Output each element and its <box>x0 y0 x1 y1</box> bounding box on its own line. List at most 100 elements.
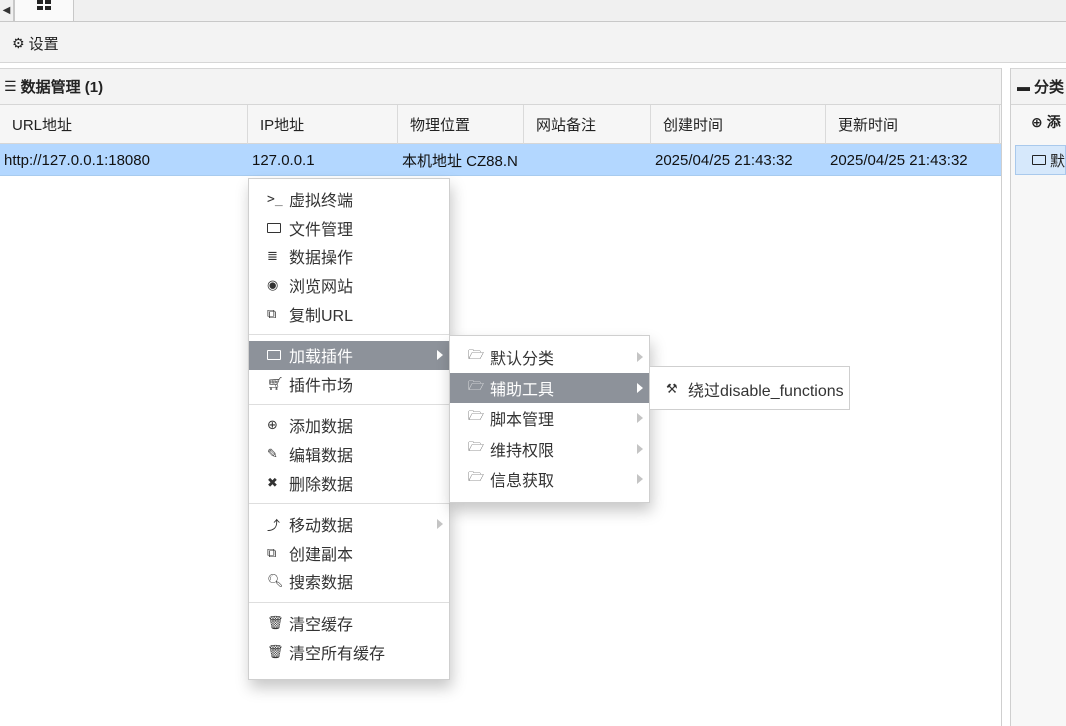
category-item-default[interactable]: 默 <box>1015 145 1066 175</box>
chevron-right-icon <box>637 443 643 454</box>
menu-item-data-operation[interactable]: ≣ 数据操作 <box>249 242 449 271</box>
menu-item-load-plugin[interactable]: 加载插件 <box>249 340 449 370</box>
menu-item-label: 清空所有缓存 <box>289 645 386 663</box>
menu-item-label: 搜索数据 <box>289 575 354 593</box>
menu-item-create-copy[interactable]: ⧉ 创建副本 <box>249 539 449 568</box>
gear-icon: ⚙ <box>12 35 25 51</box>
chrome-icon: ◉ <box>267 277 279 293</box>
plus-circle-icon: ⊕ <box>1031 113 1043 130</box>
data-panel-title: 数据管理 (1) <box>20 79 104 96</box>
table-row[interactable]: http://127.0.0.1:18080 127.0.0.1 本机地址 CZ… <box>0 144 1001 176</box>
category-panel-title: 分类 <box>1034 79 1065 96</box>
folder-icon: ▬ <box>1017 79 1030 94</box>
menu-item-browse-site[interactable]: ◉ 浏览网站 <box>249 271 449 300</box>
cell-note <box>524 144 651 176</box>
submenu-item-label: 辅助工具 <box>490 381 555 399</box>
category-panel-header: ▬ 分类 <box>1011 68 1066 105</box>
settings-button[interactable]: ⚙ 设置 <box>12 33 59 54</box>
tab-home[interactable] <box>14 0 74 22</box>
menu-item-label: 移动数据 <box>289 518 354 536</box>
cell-ip: 127.0.0.1 <box>252 151 315 169</box>
column-header-location[interactable]: 物理位置 <box>398 105 524 144</box>
menu-item-label: 虚拟终端 <box>289 193 354 211</box>
close-icon: ✖ <box>267 474 278 490</box>
column-header-updated[interactable]: 更新时间 <box>826 105 1000 144</box>
submenu-item-helper-tools[interactable]: 🗁︎ 辅助工具 <box>450 372 649 403</box>
cell-created: 2025/04/25 21:43:32 <box>655 151 793 169</box>
toolbar: ⚙ 设置 <box>0 22 1066 63</box>
menu-item-search-data[interactable]: 🔍︎ 搜索数据 <box>249 567 449 596</box>
menu-item-label: 创建副本 <box>289 546 354 564</box>
submenu-item-info-gathering[interactable]: 🗁︎ 信息获取 <box>450 464 649 495</box>
folder-icon <box>267 350 289 361</box>
submenu-item-script-manager[interactable]: 🗁︎ 脚本管理 <box>450 403 649 434</box>
column-header-ip[interactable]: IP地址 <box>248 105 398 144</box>
menu-item-terminal[interactable]: >_ 虚拟终端 <box>249 185 449 214</box>
menu-item-edit-data[interactable]: ✎ 编辑数据 <box>249 440 449 469</box>
menu-item-label: 清空缓存 <box>289 617 354 635</box>
column-header-created[interactable]: 创建时间 <box>651 105 826 144</box>
folder-icon <box>1032 155 1046 165</box>
gavel-icon: ⚒︎ <box>666 380 678 396</box>
menu-item-file-manager[interactable]: 文件管理 <box>249 214 449 243</box>
menu-separator <box>249 404 449 406</box>
table-header: URL地址 IP地址 物理位置 网站备注 创建时间 更新时间 <box>0 105 1001 144</box>
trash-outline-icon: 🗑︎ <box>267 615 284 631</box>
menu-item-label: 数据操作 <box>289 250 354 268</box>
menu-item-delete-data[interactable]: ✖ 删除数据 <box>249 468 449 497</box>
submenu-item-label: 维持权限 <box>490 442 555 460</box>
submenu-item-label: 信息获取 <box>490 473 555 491</box>
search-icon: 🔍︎ <box>267 573 284 589</box>
tab-strip: ◀ <box>0 0 1066 22</box>
menu-item-label: 复制URL <box>289 307 354 325</box>
settings-label: 设置 <box>28 36 59 53</box>
menu-separator <box>249 601 449 603</box>
menu-item-clear-cache[interactable]: 🗑︎ 清空缓存 <box>249 609 449 638</box>
database-icon: ≣ <box>267 248 278 264</box>
submenu-item-bypass-disable-functions[interactable]: ⚒︎ 绕过disable_functions <box>650 374 849 403</box>
menu-item-label: 插件市场 <box>289 377 354 395</box>
tools-submenu: ⚒︎ 绕过disable_functions <box>649 366 850 410</box>
grid-icon <box>37 0 51 10</box>
menu-item-copy-url[interactable]: ⧉ 复制URL <box>249 299 449 328</box>
menu-item-label: 文件管理 <box>289 221 354 239</box>
menu-item-clear-all-cache[interactable]: 🗑︎ 清空所有缓存 <box>249 637 449 666</box>
copy-icon: ⧉ <box>267 544 277 560</box>
cart-icon: 🛒︎ <box>267 375 284 391</box>
category-item-label: 默 <box>1049 152 1065 170</box>
column-header-note[interactable]: 网站备注 <box>524 105 651 144</box>
menu-item-label: 加载插件 <box>289 349 354 367</box>
submenu-item-label: 绕过disable_functions <box>688 382 844 400</box>
menu-item-label: 删除数据 <box>289 476 354 494</box>
folder-icon <box>267 222 289 233</box>
folder-open-icon: 🗁︎ <box>468 347 485 363</box>
submenu-item-default-category[interactable]: 🗁︎ 默认分类 <box>450 342 649 373</box>
add-category-label: 添 <box>1046 114 1061 130</box>
chevron-right-icon <box>437 519 443 530</box>
menu-item-label: 编辑数据 <box>289 448 354 466</box>
add-category-button[interactable]: ⊕ 添 <box>1011 105 1066 139</box>
list-icon: ☰ <box>4 78 17 94</box>
folder-open-icon: 🗁︎ <box>468 469 485 485</box>
folder-open-icon: 🗁︎ <box>468 438 485 454</box>
folder-open-icon: 🗁︎ <box>468 408 485 424</box>
menu-item-label: 浏览网站 <box>289 279 354 297</box>
cell-updated: 2025/04/25 21:43:32 <box>830 151 968 169</box>
menu-item-move-data[interactable]: ⤴ 移动数据 <box>249 510 449 539</box>
plugin-submenu: 🗁︎ 默认分类 🗁︎ 辅助工具 🗁︎ 脚本管理 🗁︎ 维持权限 🗁︎ 信息获取 <box>449 335 650 503</box>
share-icon: ⤴ <box>267 517 281 533</box>
category-panel: ▬ 分类 ⊕ 添 默 <box>1010 68 1066 726</box>
menu-item-plugin-market[interactable]: 🛒︎ 插件市场 <box>249 370 449 399</box>
chevron-right-icon <box>637 474 643 485</box>
context-menu: >_ 虚拟终端 文件管理 ≣ 数据操作 ◉ 浏览网站 ⧉ 复制URL 加载插件 … <box>248 178 450 680</box>
trash-icon: 🗑︎ <box>267 643 284 659</box>
submenu-item-persistence[interactable]: 🗁︎ 维持权限 <box>450 434 649 465</box>
tab-scroll-left-button[interactable]: ◀ <box>0 0 14 21</box>
copy-icon: ⧉ <box>267 305 277 321</box>
cell-location: 本机地址 CZ88.N <box>402 152 518 170</box>
menu-item-add-data[interactable]: ⊕ 添加数据 <box>249 411 449 440</box>
column-header-url[interactable]: URL地址 <box>0 105 248 144</box>
plus-circle-icon: ⊕ <box>267 417 278 433</box>
submenu-item-label: 默认分类 <box>490 351 555 369</box>
cell-url: http://127.0.0.1:18080 <box>4 151 150 169</box>
